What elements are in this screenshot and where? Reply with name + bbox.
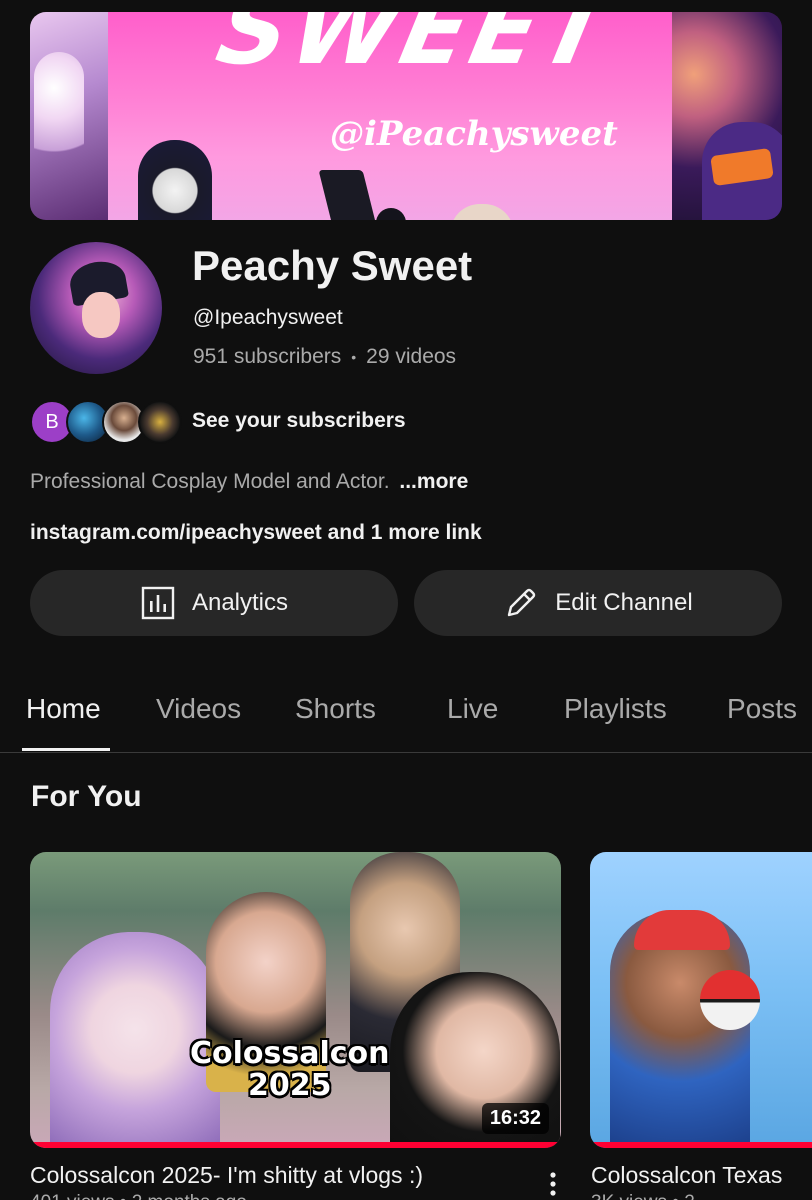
tab-playlists[interactable]: Playlists	[564, 693, 667, 725]
tab-videos[interactable]: Videos	[156, 693, 241, 725]
analytics-label: Analytics	[191, 589, 289, 616]
see-subscribers-row[interactable]: B See your subscribers	[30, 398, 530, 446]
tab-home[interactable]: Home	[26, 693, 101, 725]
analytics-button[interactable]: Analytics	[30, 570, 398, 636]
subscriber-count: 951 subscribers	[193, 345, 342, 368]
video-thumbnail[interactable]	[590, 852, 812, 1148]
channel-tabs: Home Videos Shorts Live Playlists Posts	[0, 685, 812, 753]
banner-script-text: SWEET	[208, 12, 624, 86]
thumbnail-title-line: 2025	[248, 1068, 332, 1103]
analytics-icon	[141, 586, 175, 620]
description-text: Professional Cosplay Model and Actor.	[30, 470, 390, 493]
thumbnail-red-cap	[634, 910, 730, 950]
edit-channel-label: Edit Channel	[555, 589, 693, 616]
active-tab-indicator	[22, 748, 110, 751]
more-options-icon[interactable]	[545, 1170, 561, 1200]
channel-page: SWEET @iPeachysweet Peachy Sweet @Ipeach…	[0, 0, 812, 1200]
banner-skull-figure	[138, 140, 212, 220]
channel-handle: @Ipeachysweet	[193, 306, 343, 329]
banner-handle-text: @iPeachysweet	[330, 114, 618, 154]
channel-avatar[interactable]	[30, 242, 162, 374]
video-duration: 16:32	[481, 1103, 549, 1134]
channel-name: Peachy Sweet	[192, 242, 473, 289]
video-meta: 401 views • 2 months ago	[30, 1192, 247, 1200]
stats-separator: •	[351, 349, 357, 365]
section-title: For You	[31, 780, 142, 813]
thumbnail-title-text: Colossalcon 2025	[190, 1038, 390, 1102]
banner-right-image	[672, 12, 782, 220]
banner-left-image	[30, 12, 108, 220]
video-thumbnail[interactable]: Colossalcon 2025 16:32	[30, 852, 561, 1148]
thumbnail-title-line: Colossalcon	[190, 1036, 390, 1071]
video-count: 29 videos	[366, 345, 457, 368]
channel-banner: SWEET @iPeachysweet	[30, 12, 782, 220]
tab-posts[interactable]: Posts	[727, 693, 797, 725]
video-title[interactable]: Colossalcon 2025- I'm shitty at vlogs :)	[30, 1162, 423, 1189]
watch-progress-bar	[590, 1142, 812, 1148]
pencil-icon	[508, 588, 536, 617]
pokeball-icon	[700, 970, 760, 1030]
channel-stats: 951 subscribers • 29 videos	[193, 345, 456, 369]
watch-progress-bar	[30, 1142, 561, 1148]
description-more-link[interactable]: ...more	[399, 470, 468, 493]
channel-description[interactable]: Professional Cosplay Model and Actor. ..…	[30, 470, 468, 494]
edit-channel-button[interactable]: Edit Channel	[414, 570, 782, 636]
tab-shorts[interactable]: Shorts	[295, 693, 376, 725]
video-title[interactable]: Colossalcon Texas	[591, 1162, 782, 1189]
tab-live[interactable]: Live	[447, 693, 498, 725]
subscriber-avatar-mascot	[138, 400, 182, 444]
channel-links[interactable]: instagram.com/ipeachysweet and 1 more li…	[30, 521, 482, 545]
video-meta: 3K views • 2	[591, 1192, 695, 1200]
see-subscribers-label: See your subscribers	[192, 409, 406, 432]
